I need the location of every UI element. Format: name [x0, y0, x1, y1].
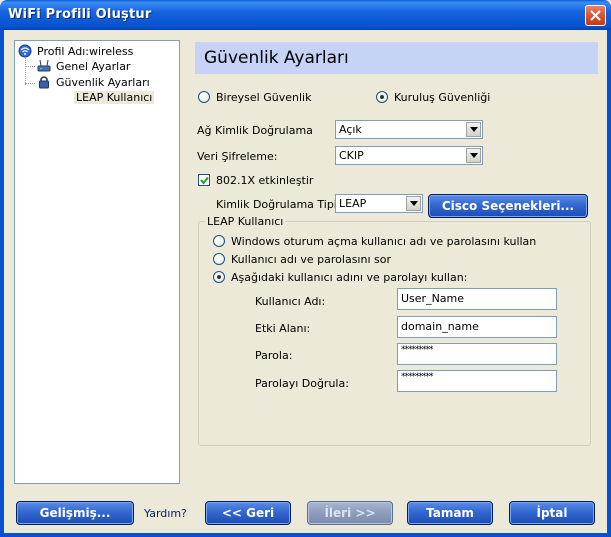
dropdown-arrow[interactable]: [466, 122, 481, 137]
dropdown-arrow[interactable]: [466, 148, 481, 163]
password-label: Parola:: [255, 349, 293, 362]
manual-credentials-label: Aşağıdaki kullanıcı adını ve parolayı ku…: [231, 271, 468, 284]
window-title: WiFi Profili Oluştur: [8, 7, 152, 22]
tree-item-label: Genel Ayarlar: [56, 59, 131, 73]
router-icon: [37, 59, 51, 73]
personal-security-label: Bireysel Güvenlik: [216, 91, 312, 104]
enterprise-security-label: Kuruluş Güvenliği: [394, 91, 491, 104]
cisco-options-button[interactable]: Cisco Seçenekleri...: [428, 194, 588, 218]
tree-connector: [25, 83, 35, 84]
enable-8021x-label: 802.1X etkinleştir: [216, 174, 314, 187]
network-auth-value: Açık: [339, 123, 362, 136]
windows-login-label: Windows oturum açma kullanıcı adı ve par…: [231, 235, 537, 248]
enterprise-security-radio[interactable]: [376, 91, 388, 103]
domain-label: Etki Alanı:: [255, 322, 311, 335]
navigation-tree: Profil Adı:wireless Genel Ayarlar Güvenl…: [14, 40, 180, 484]
prompt-credentials-label: Kullanıcı adı ve parolasını sor: [231, 253, 391, 266]
username-input[interactable]: User_Name: [397, 288, 557, 310]
tree-item-label: LEAP Kullanıcı: [74, 91, 155, 104]
personal-security-radio[interactable]: [198, 91, 210, 103]
advanced-button[interactable]: Gelişmiş...: [16, 501, 134, 525]
lock-icon: [37, 75, 51, 89]
close-icon: [590, 10, 601, 21]
tree-connector: [25, 66, 35, 67]
window-border-left: [0, 30, 4, 537]
tree-item-profile[interactable]: Profil Adı:wireless: [18, 44, 133, 58]
chevron-down-icon: [410, 201, 418, 206]
enable-8021x-checkbox[interactable]: [198, 174, 210, 186]
tree-item-general-settings[interactable]: Genel Ayarlar: [37, 59, 130, 73]
manual-credentials-radio[interactable]: [213, 271, 225, 283]
network-auth-label: Ağ Kimlik Doğrulama: [197, 124, 313, 137]
auth-type-value: LEAP: [339, 197, 367, 210]
auth-type-label: Kimlik Doğrulama Tipi:: [216, 198, 341, 211]
confirm-password-input[interactable]: *********: [397, 370, 557, 392]
dropdown-arrow[interactable]: [406, 196, 421, 211]
data-encryption-select[interactable]: CKIP: [335, 146, 483, 165]
tree-item-label: Profil Adı:wireless: [37, 44, 134, 58]
confirm-password-label: Parolayı Doğrula:: [255, 377, 349, 390]
window-border-bottom: [0, 533, 611, 537]
wireless-globe-icon: [18, 44, 32, 58]
confirm-password-value: *********: [401, 372, 433, 382]
domain-input[interactable]: domain_name: [397, 316, 557, 338]
data-encryption-label: Veri Şifreleme:: [197, 150, 278, 163]
checkmark-icon: [200, 176, 209, 185]
tree-item-security-settings[interactable]: Güvenlik Ayarları: [37, 75, 150, 89]
domain-value: domain_name: [401, 320, 479, 333]
auth-type-select[interactable]: LEAP: [335, 194, 423, 213]
username-label: Kullanıcı Adı:: [255, 295, 326, 308]
section-header: Güvenlik Ayarları: [195, 42, 598, 74]
section-title: Güvenlik Ayarları: [204, 48, 349, 68]
window-border-right: [607, 30, 611, 537]
password-input[interactable]: *********: [397, 343, 557, 365]
chevron-down-icon: [470, 127, 478, 132]
username-value: User_Name: [401, 292, 465, 305]
chevron-down-icon: [470, 153, 478, 158]
tree-item-label: Güvenlik Ayarları: [56, 75, 150, 89]
prompt-credentials-radio[interactable]: [213, 253, 225, 265]
close-button[interactable]: [585, 5, 606, 26]
next-button: İleri >>: [307, 501, 393, 525]
cancel-button[interactable]: İptal: [509, 501, 595, 525]
leap-user-group-title: LEAP Kullanıcı: [205, 215, 286, 228]
data-encryption-value: CKIP: [339, 149, 364, 162]
password-value: *********: [401, 345, 433, 355]
windows-login-radio[interactable]: [213, 235, 225, 247]
tree-connector: [25, 55, 26, 85]
title-bar: WiFi Profili Oluştur: [0, 0, 611, 30]
tree-item-leap-user[interactable]: LEAP Kullanıcı: [74, 91, 155, 104]
help-link[interactable]: Yardım?: [144, 507, 187, 520]
back-button[interactable]: << Geri: [205, 501, 291, 525]
network-auth-select[interactable]: Açık: [335, 120, 483, 139]
ok-button[interactable]: Tamam: [407, 501, 493, 525]
